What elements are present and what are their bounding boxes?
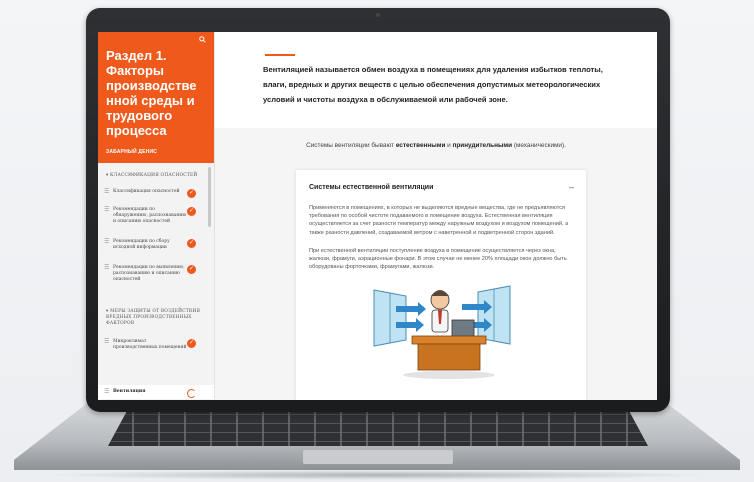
types-prefix: Системы вентиляции бывают: [306, 142, 396, 149]
sidebar-item-classification[interactable]: ☰ Классификация опасностей ✓: [104, 189, 202, 198]
trackpad: [303, 450, 453, 464]
laptop-shadow: [40, 470, 714, 480]
check-icon: ✓: [187, 239, 196, 248]
types-suffix: (механическими).: [512, 142, 566, 149]
accordion-paragraph-2: При естественной вентиляции поступление …: [309, 248, 567, 271]
list-lines-icon: ☰: [104, 189, 110, 195]
sidebar-item-label: Классификация опасностей: [113, 189, 180, 194]
intro-block: Вентиляцией называется обмен воздуха в п…: [215, 32, 657, 128]
search-icon[interactable]: [199, 36, 206, 45]
intro-text: Вентиляцией называется обмен воздуха в п…: [263, 65, 603, 104]
camera: [376, 13, 380, 17]
accordion-natural-ventilation: Системы естественной вентиляции – Примен…: [296, 170, 586, 400]
sidebar-item-info-collection[interactable]: ☰ Рекомендации по сбору исходной информа…: [104, 239, 202, 251]
sidebar-item-label: Рекомендации по обнаружению, распознаван…: [113, 207, 187, 224]
accordion-paragraph-1: Применяются в помещениях, в которых не в…: [309, 205, 569, 236]
accent-line: [265, 54, 295, 56]
types-forced: принудительными: [452, 142, 513, 149]
sidebar-header: Раздел 1. Факторы производстве нной сред…: [98, 32, 214, 163]
list-lines-icon: ☰: [104, 339, 110, 345]
sidebar-item-label: Рекомендации по выявлению, распознаванию…: [113, 265, 185, 282]
sidebar-section-classification[interactable]: ▾ КЛАССИФИКАЦИЯ ОПАСНОСТЕЙ: [98, 173, 214, 179]
main-content: Вентиляцией называется обмен воздуха в п…: [215, 32, 657, 400]
laptop-lid: Раздел 1. Факторы производстве нной сред…: [86, 8, 670, 412]
collapse-icon[interactable]: –: [569, 182, 574, 192]
accordion-title[interactable]: Системы естественной вентиляции: [309, 184, 433, 191]
ventilation-types-text: Системы вентиляции бывают естественными …: [215, 142, 657, 149]
sidebar-item-microclimate[interactable]: ☰ Микроклимат производственных помещений…: [104, 339, 202, 351]
sidebar-item-identification[interactable]: ☰ Рекомендации по выявлению, распознаван…: [104, 265, 202, 283]
progress-ring-icon: [187, 389, 196, 398]
sidebar-item-label: Микроклимат производственных помещений: [113, 339, 187, 350]
types-natural: естественными: [395, 142, 446, 149]
list-lines-icon: ☰: [104, 265, 110, 271]
types-and: и: [445, 142, 453, 149]
sidebar-item-label: Вентиляция: [113, 389, 146, 394]
sidebar: Раздел 1. Факторы производстве нной сред…: [98, 32, 215, 400]
check-icon: ✓: [187, 189, 196, 198]
sidebar-list: ▾ КЛАССИФИКАЦИЯ ОПАСНОСТЕЙ ☰ Классификац…: [98, 163, 214, 400]
check-icon: ✓: [187, 339, 196, 348]
sidebar-item-label: Рекомендации по сбору исходной информаци…: [113, 239, 170, 250]
author-name: ЗАБАРНЫЙ ДЕНИС: [106, 149, 158, 155]
ventilation-illustration: [373, 285, 511, 379]
list-lines-icon: ☰: [104, 389, 110, 395]
sidebar-item-detection[interactable]: ☰ Рекомендации по обнаружению, распознав…: [104, 207, 202, 225]
keyboard-rows: [108, 406, 648, 446]
list-lines-icon: ☰: [104, 239, 110, 245]
section-title: Раздел 1. Факторы производстве нной сред…: [106, 48, 197, 138]
screen: Раздел 1. Факторы производстве нной сред…: [98, 32, 657, 400]
sidebar-section-protection[interactable]: ▾ МЕРЫ ЗАЩИТЫ ОТ ВОЗДЕЙСТВИЯ ВРЕДНЫХ ПРО…: [98, 309, 214, 327]
list-lines-icon: ☰: [104, 207, 110, 213]
check-icon: ✓: [187, 207, 196, 216]
sidebar-item-ventilation[interactable]: ☰ Вентиляция: [104, 389, 202, 398]
check-icon: ✓: [187, 265, 196, 274]
